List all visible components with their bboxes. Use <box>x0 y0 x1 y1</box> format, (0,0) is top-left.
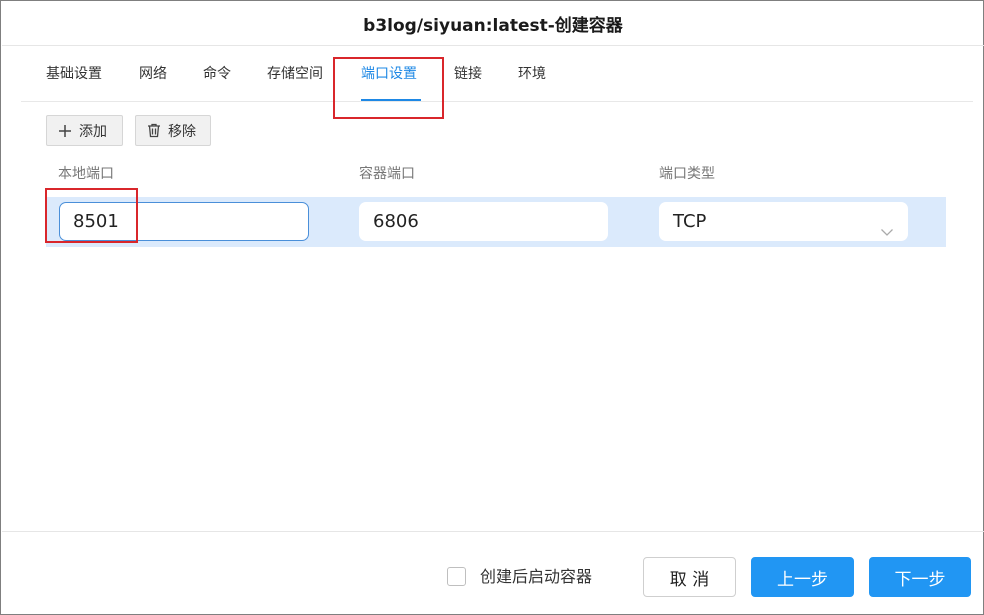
add-button[interactable]: 添加 <box>46 115 123 146</box>
tab-links[interactable]: 链接 <box>454 47 482 102</box>
tab-port-settings[interactable]: 端口设置 <box>361 47 417 102</box>
create-container-dialog: b3log/siyuan:latest-创建容器 基础设置 网络 命令 存储空间… <box>0 0 984 615</box>
tab-basic-settings[interactable]: 基础设置 <box>46 47 102 102</box>
remove-button-label: 移除 <box>168 123 196 140</box>
port-type-value: TCP <box>673 211 707 232</box>
plus-icon <box>57 123 73 139</box>
column-header-port-type: 端口类型 <box>659 166 715 182</box>
remove-button[interactable]: 移除 <box>135 115 211 146</box>
port-type-select[interactable]: TCP <box>659 202 908 241</box>
next-step-button[interactable]: 下一步 <box>869 557 971 597</box>
column-header-local-port: 本地端口 <box>58 166 114 182</box>
cancel-button[interactable]: 取 消 <box>643 557 736 597</box>
autostart-checkbox[interactable] <box>447 567 466 586</box>
container-port-input[interactable]: 6806 <box>359 202 608 241</box>
tab-bar: 基础设置 网络 命令 存储空间 端口设置 链接 环境 <box>21 47 973 102</box>
previous-step-button[interactable]: 上一步 <box>751 557 854 597</box>
trash-icon <box>146 123 162 139</box>
dialog-title: b3log/siyuan:latest-创建容器 <box>2 2 984 46</box>
local-port-input[interactable]: 8501 <box>59 202 309 241</box>
autostart-label: 创建后启动容器 <box>480 567 593 586</box>
active-tab-indicator <box>361 99 421 101</box>
chevron-down-icon <box>880 214 894 236</box>
column-header-container-port: 容器端口 <box>359 166 415 182</box>
tab-storage[interactable]: 存储空间 <box>267 47 323 102</box>
tab-environment[interactable]: 环境 <box>518 47 546 102</box>
footer-divider <box>2 531 984 532</box>
tab-network[interactable]: 网络 <box>139 47 167 102</box>
tab-command[interactable]: 命令 <box>203 47 231 102</box>
add-button-label: 添加 <box>79 123 107 140</box>
